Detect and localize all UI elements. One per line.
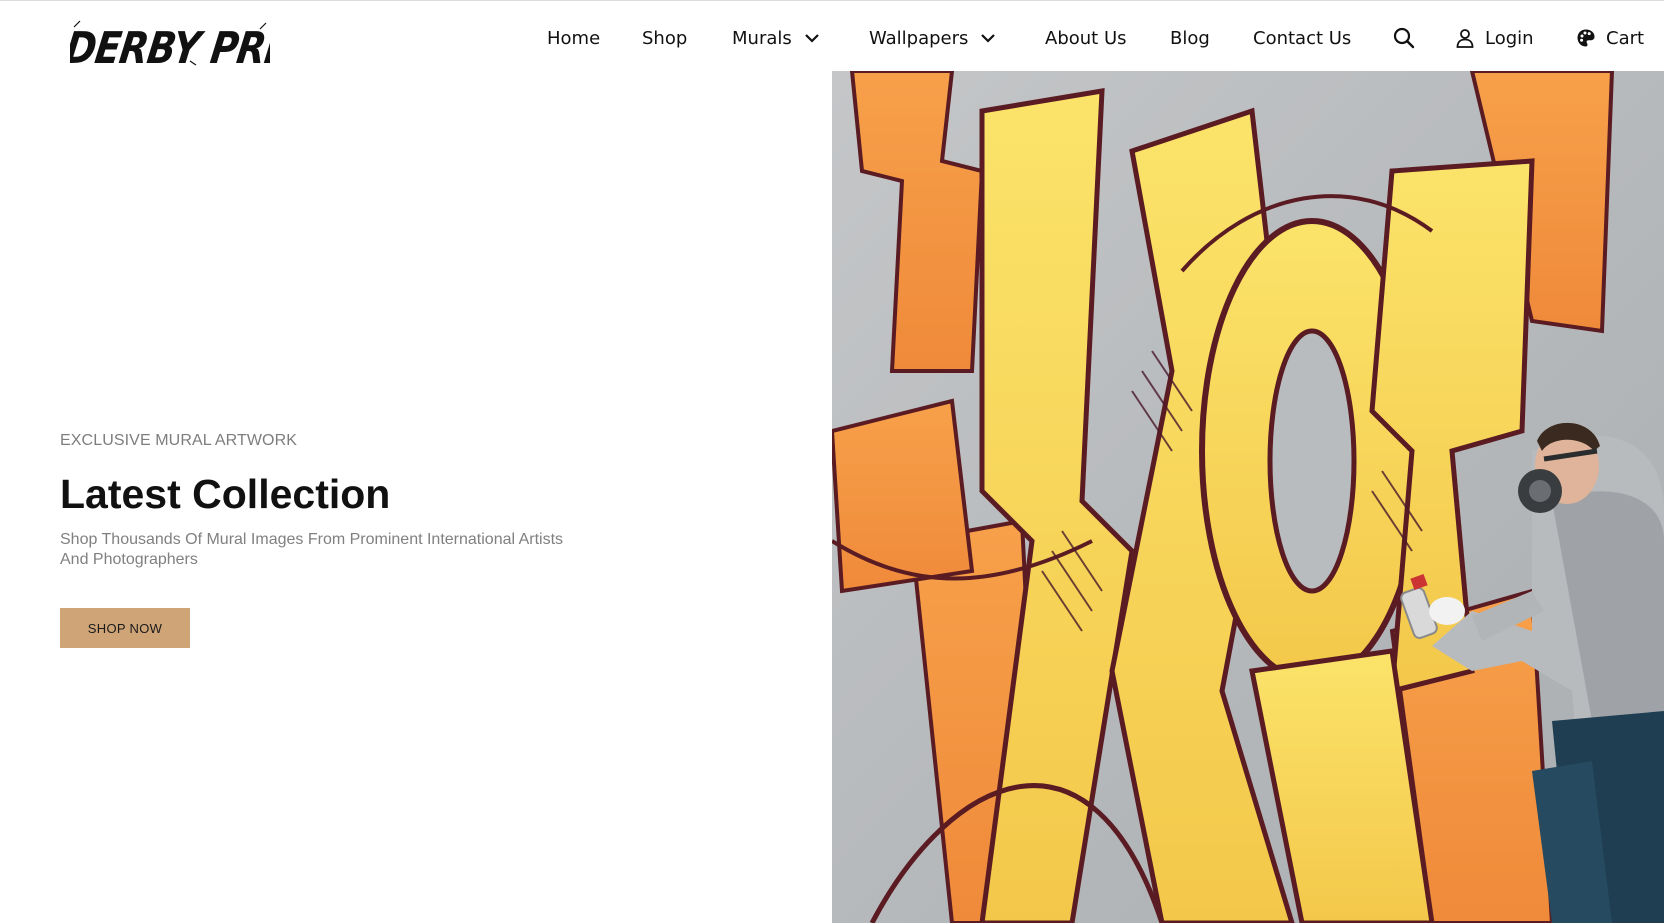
chevron-down-icon[interactable] [802,28,822,48]
nav-login-label: Login [1485,27,1534,49]
login-link[interactable]: Login [1455,24,1534,52]
user-icon [1455,28,1475,48]
nav-murals-label: Murals [732,27,792,49]
nav-shop[interactable]: Shop [642,24,687,52]
cart-link[interactable]: Cart [1576,24,1644,52]
main-navigation: Home Shop Murals Wallpapers About Us Blo… [0,24,1664,52]
nav-cart-label: Cart [1606,27,1645,49]
nav-shop-label: Shop [642,27,688,49]
search-button[interactable] [1393,24,1415,52]
site-header: DERBY PRINTS Home Shop Murals Wallpapers [0,0,1664,71]
nav-blog[interactable]: Blog [1170,24,1210,52]
nav-blog-label: Blog [1170,27,1210,49]
shop-now-button[interactable]: SHOP NOW [60,608,190,648]
hero-description: Shop Thousands Of Mural Images From Prom… [60,531,564,568]
nav-wallpapers-label: Wallpapers [869,27,969,49]
palette-icon [1576,28,1596,48]
nav-about-label: About Us [1045,27,1127,49]
chevron-down-icon[interactable] [978,28,998,48]
nav-about[interactable]: About Us [1045,24,1127,52]
hero-title: Latest Collection [60,471,391,517]
hero-text-block: EXCLUSIVE MURAL ARTWORK Latest Collectio… [60,420,740,648]
nav-wallpapers[interactable]: Wallpapers [869,24,998,52]
nav-murals[interactable]: Murals [732,24,822,52]
nav-contact[interactable]: Contact Us [1253,24,1351,52]
hero-image [832,71,1664,923]
search-icon[interactable] [1393,27,1415,49]
nav-contact-label: Contact Us [1253,27,1352,49]
nav-home-label: Home [547,27,601,49]
hero-eyebrow: EXCLUSIVE MURAL ARTWORK [60,432,298,449]
nav-home[interactable]: Home [547,24,600,52]
